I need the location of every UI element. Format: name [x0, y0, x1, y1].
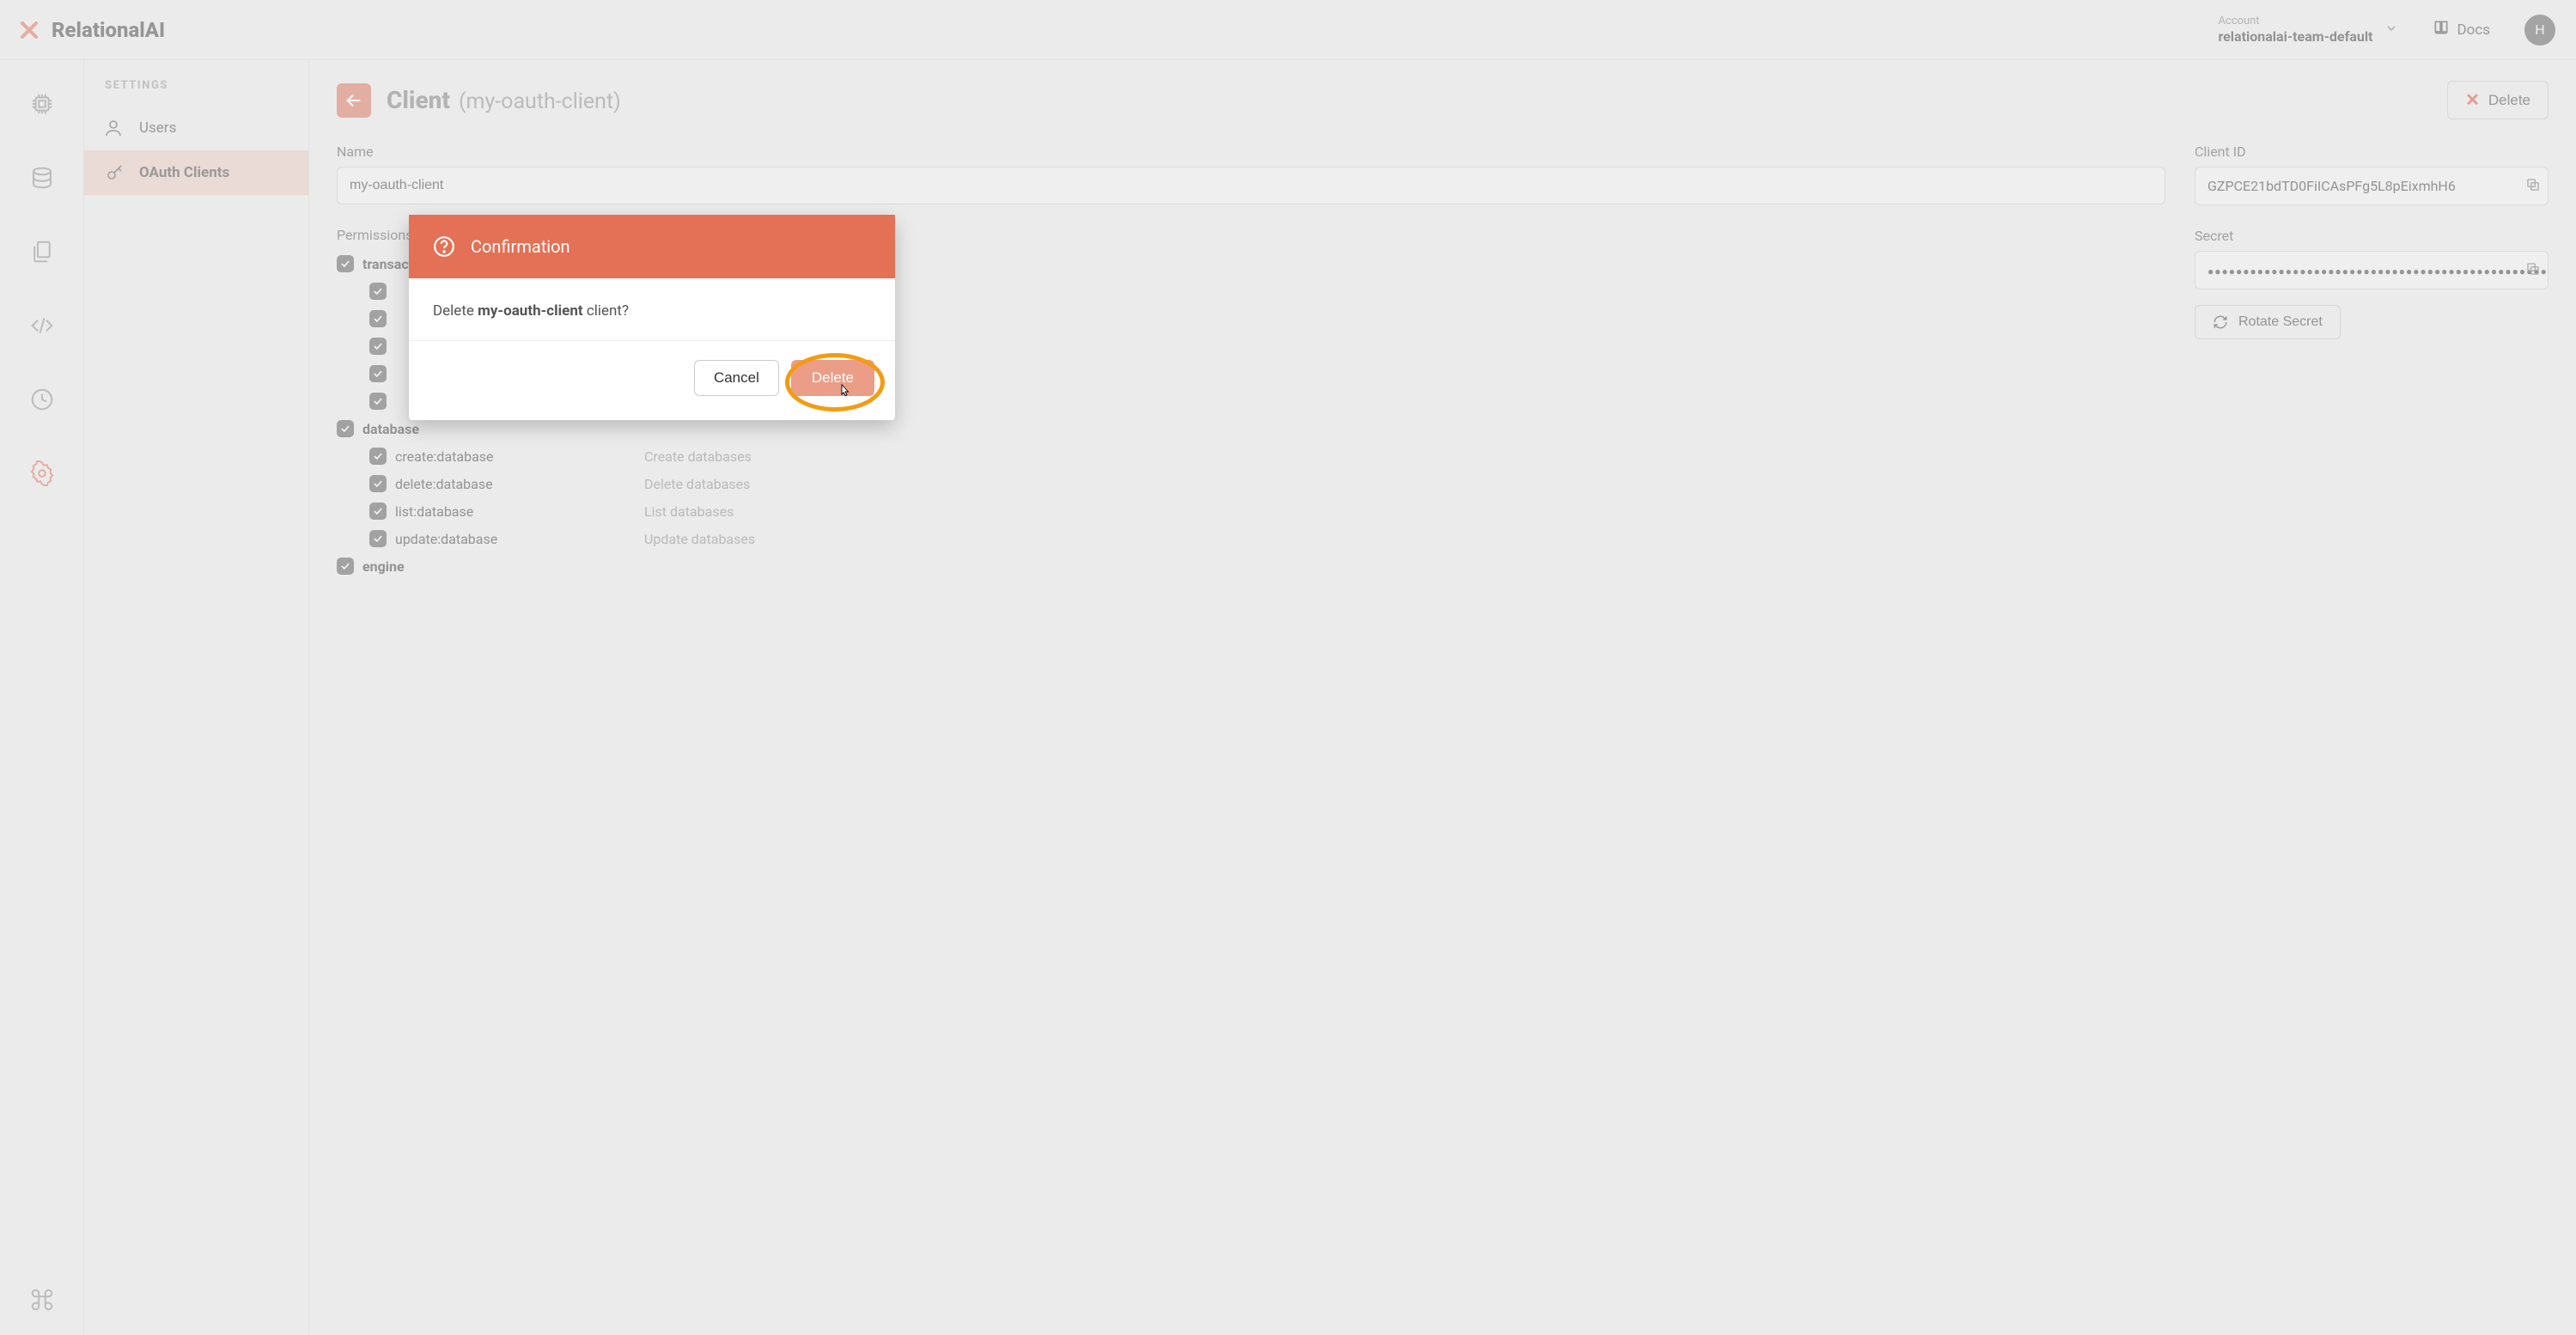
modal-client-name: my-oauth-client: [478, 302, 583, 320]
modal-overlay[interactable]: [0, 0, 2576, 1335]
modal-body: Delete my-oauth-client client?: [409, 278, 895, 341]
confirmation-modal: Confirmation Delete my-oauth-client clie…: [409, 215, 895, 420]
modal-delete-button[interactable]: Delete: [791, 360, 874, 396]
modal-title: Confirmation: [471, 236, 570, 257]
modal-header: Confirmation: [409, 215, 895, 278]
question-circle-icon: [433, 235, 455, 258]
modal-cancel-button[interactable]: Cancel: [694, 360, 779, 396]
